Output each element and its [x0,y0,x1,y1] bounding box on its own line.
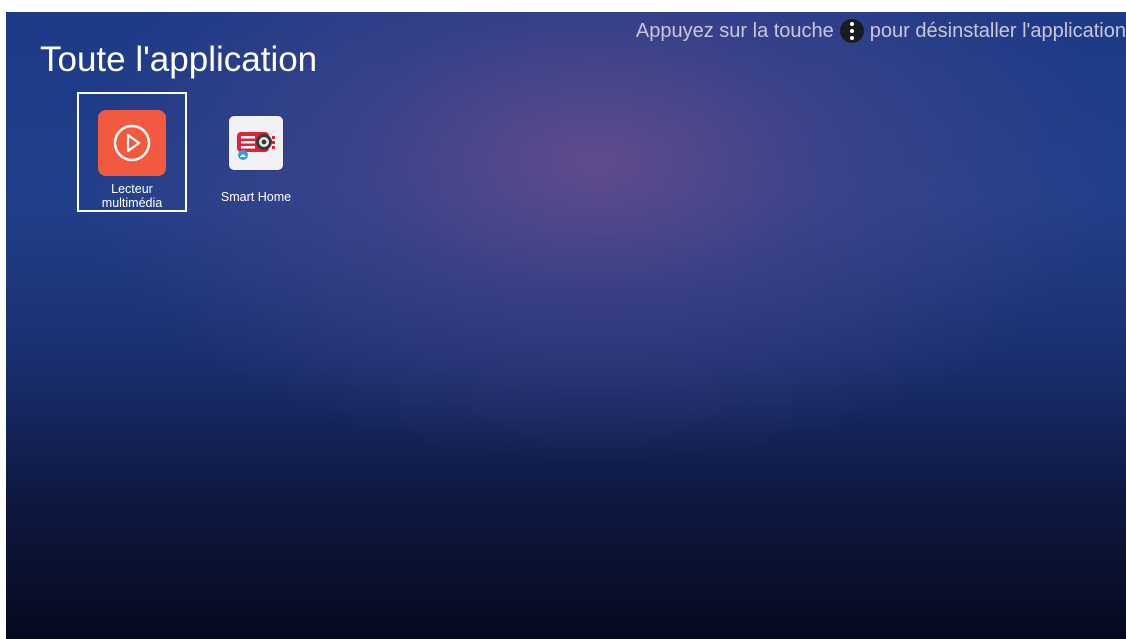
app-tile-media-player[interactable]: Lecteur multimédia [77,92,187,212]
menu-key-icon [839,19,864,43]
launcher-screen: Appuyez sur la touche pour désinstaller … [6,12,1126,639]
uninstall-hint: Appuyez sur la touche pour désinstaller … [636,18,1126,44]
projector-icon [229,116,283,170]
app-label-smart-home: Smart Home [220,190,292,204]
page-title: Toute l'application [40,40,318,79]
app-tile-smart-home[interactable]: Smart Home [201,92,311,212]
play-circle-icon [98,110,166,176]
hint-text-before: Appuyez sur la touche [635,19,834,42]
app-label-media-player: Lecteur multimédia [101,182,163,210]
hint-text-after: pour désinstaller l'application [869,19,1126,42]
